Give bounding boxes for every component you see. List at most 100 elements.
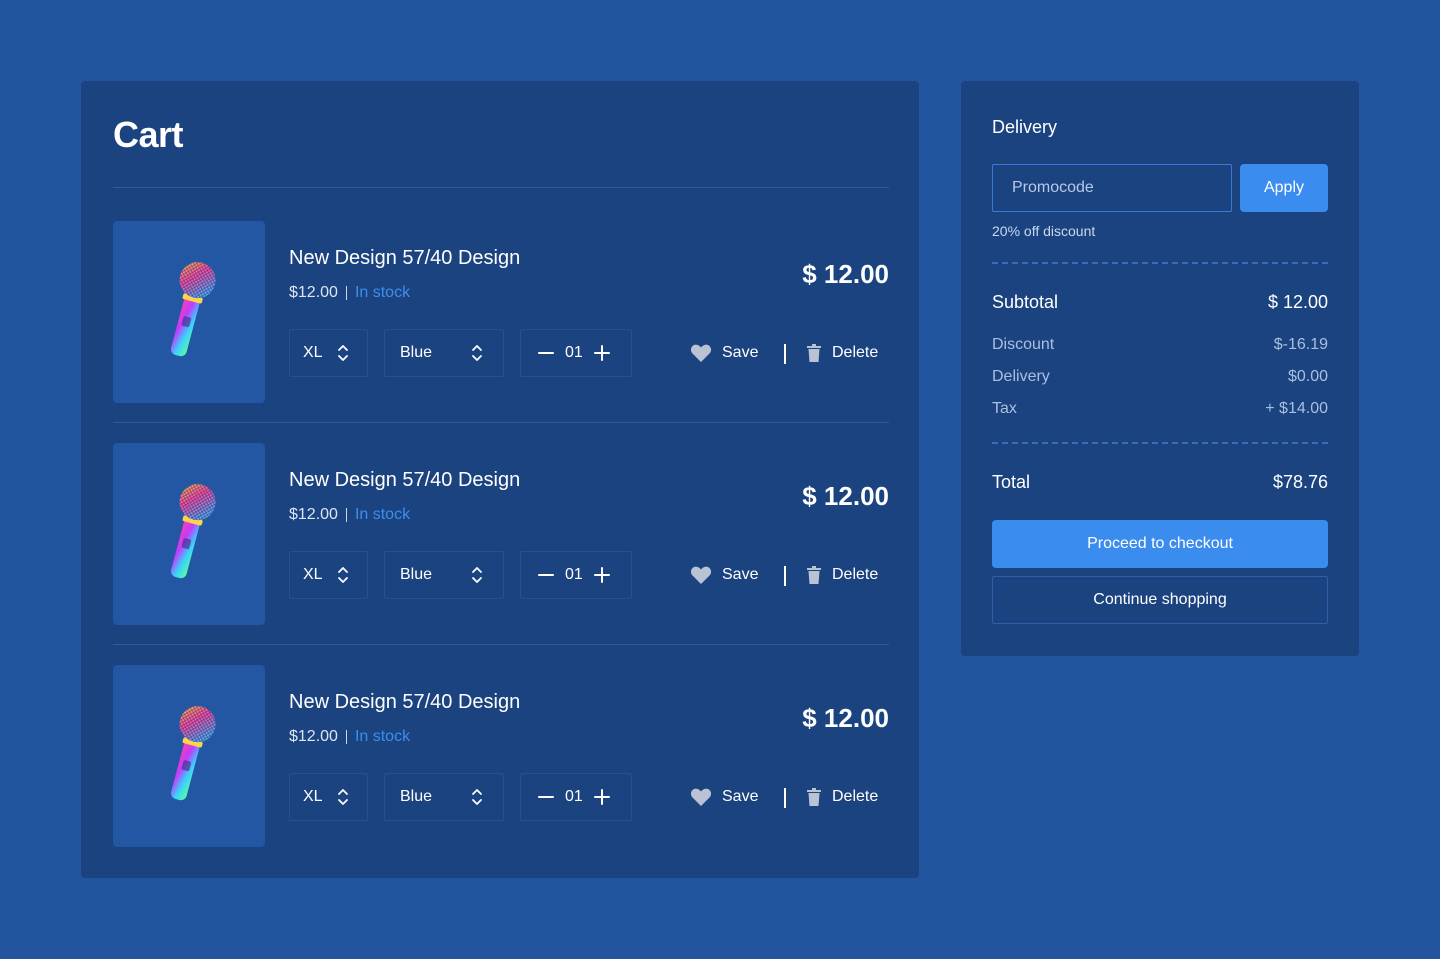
total-row: Total $78.76 <box>992 472 1328 493</box>
promo-note: 20% off discount <box>992 223 1096 239</box>
cart-panel: Cart New Design 57/40 Design $12.00 In s… <box>81 81 919 878</box>
product-thumbnail[interactable] <box>113 443 265 625</box>
quantity-stepper[interactable]: 01 <box>520 329 632 377</box>
plus-icon[interactable] <box>593 566 611 584</box>
color-select[interactable]: Blue <box>384 773 504 821</box>
save-button[interactable]: Save <box>690 329 758 377</box>
product-name[interactable]: New Design 57/40 Design <box>289 691 520 714</box>
stock-status: In stock <box>354 284 411 301</box>
quantity-stepper[interactable]: 01 <box>520 773 632 821</box>
product-meta: $12.00 In stock <box>289 728 410 746</box>
apply-button[interactable]: Apply <box>1240 164 1328 212</box>
product-name[interactable]: New Design 57/40 Design <box>289 469 520 492</box>
minus-icon[interactable] <box>537 788 555 806</box>
quantity-stepper[interactable]: 01 <box>520 551 632 599</box>
total-value: $78.76 <box>1272 472 1328 492</box>
unit-price: $12.00 <box>289 506 338 523</box>
size-value: XL <box>303 566 323 583</box>
plus-icon[interactable] <box>593 788 611 806</box>
updown-chevron-icon <box>338 789 348 805</box>
promocode-input[interactable] <box>992 164 1232 212</box>
summary-title: Delivery <box>992 117 1058 137</box>
tax-row: Tax + $14.00 <box>992 400 1328 418</box>
product-name[interactable]: New Design 57/40 Design <box>289 247 520 270</box>
meta-divider <box>345 508 347 522</box>
cart-item: New Design 57/40 Design $12.00 In stock … <box>113 665 889 847</box>
minus-icon[interactable] <box>537 566 555 584</box>
delivery-row: Delivery $0.00 <box>992 368 1328 386</box>
delete-label: Delete <box>832 566 879 583</box>
discount-label: Discount <box>992 336 1055 353</box>
product-meta: $12.00 In stock <box>289 284 410 302</box>
delete-button[interactable]: Delete <box>806 329 878 377</box>
save-label: Save <box>722 344 759 361</box>
save-label: Save <box>722 566 759 583</box>
discount-value: $-16.19 <box>1273 336 1328 353</box>
delivery-value: $0.00 <box>1287 368 1328 385</box>
dashed-divider <box>992 262 1328 264</box>
quantity-value: 01 <box>565 566 583 583</box>
color-select[interactable]: Blue <box>384 551 504 599</box>
delete-button[interactable]: Delete <box>806 551 878 599</box>
action-divider <box>784 344 786 364</box>
tax-label: Tax <box>992 400 1017 417</box>
action-divider <box>784 788 786 808</box>
stock-status: In stock <box>354 728 411 745</box>
color-select[interactable]: Blue <box>384 329 504 377</box>
delivery-label: Delivery <box>992 368 1050 385</box>
updown-chevron-icon <box>472 789 482 805</box>
delete-label: Delete <box>832 788 879 805</box>
product-meta: $12.00 In stock <box>289 506 410 524</box>
color-value: Blue <box>400 344 433 361</box>
cart-item: New Design 57/40 Design $12.00 In stock … <box>113 443 889 625</box>
item-divider <box>113 644 889 645</box>
save-button[interactable]: Save <box>690 551 758 599</box>
unit-price: $12.00 <box>289 728 338 745</box>
product-thumbnail[interactable] <box>113 665 265 847</box>
color-value: Blue <box>400 788 433 805</box>
updown-chevron-icon <box>472 567 482 583</box>
updown-chevron-icon <box>472 345 482 361</box>
size-select[interactable]: XL <box>289 329 368 377</box>
quantity-value: 01 <box>565 788 583 805</box>
minus-icon[interactable] <box>537 344 555 362</box>
subtotal-label: Subtotal <box>992 292 1059 312</box>
continue-shopping-button[interactable]: Continue shopping <box>992 576 1328 624</box>
action-divider <box>784 566 786 586</box>
unit-price: $12.00 <box>289 284 338 301</box>
delete-label: Delete <box>832 344 879 361</box>
product-thumbnail[interactable] <box>113 221 265 403</box>
microphone-image <box>170 484 216 579</box>
meta-divider <box>345 286 347 300</box>
subtotal-value: $ 12.00 <box>1267 292 1328 312</box>
heart-icon <box>690 788 712 806</box>
trash-icon <box>807 344 821 362</box>
save-label: Save <box>722 788 759 805</box>
heart-icon <box>690 566 712 584</box>
heart-icon <box>690 344 712 362</box>
size-select[interactable]: XL <box>289 551 368 599</box>
dashed-divider <box>992 442 1328 444</box>
meta-divider <box>345 730 347 744</box>
divider <box>113 187 889 188</box>
microphone-image <box>170 262 216 357</box>
trash-icon <box>807 788 821 806</box>
updown-chevron-icon <box>338 345 348 361</box>
size-select[interactable]: XL <box>289 773 368 821</box>
microphone-image <box>170 706 216 801</box>
save-button[interactable]: Save <box>690 773 758 821</box>
line-price: $ 12.00 <box>802 703 889 733</box>
color-value: Blue <box>400 566 433 583</box>
total-label: Total <box>992 472 1031 492</box>
plus-icon[interactable] <box>593 344 611 362</box>
item-divider <box>113 422 889 423</box>
discount-row: Discount $-16.19 <box>992 336 1328 354</box>
line-price: $ 12.00 <box>802 259 889 289</box>
trash-icon <box>807 566 821 584</box>
tax-value: + $14.00 <box>1265 400 1328 417</box>
updown-chevron-icon <box>338 567 348 583</box>
proceed-to-checkout-button[interactable]: Proceed to checkout <box>992 520 1328 568</box>
quantity-value: 01 <box>565 344 583 361</box>
order-summary-panel: Delivery Apply 20% off discount Subtotal… <box>961 81 1359 656</box>
delete-button[interactable]: Delete <box>806 773 878 821</box>
